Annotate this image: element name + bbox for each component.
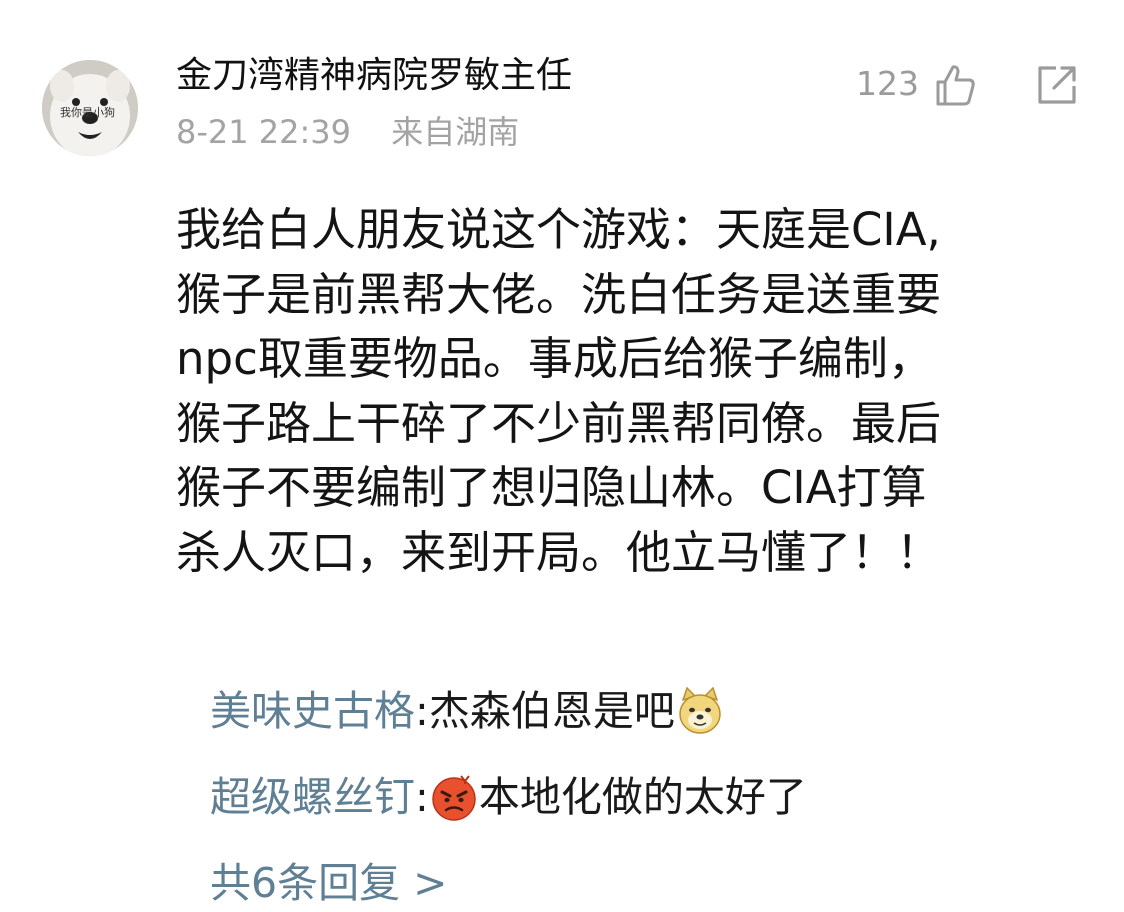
comment-body-line: 我给白人朋友说这个游戏：天庭是CIA, [176,203,941,256]
reply-item[interactable]: 超级螺丝钉 : 本地化做的太好了 [210,768,1070,826]
comment-body-line: 猴子不要编制了想归隐山林。CIA打算 [176,461,927,514]
doge-emoji-icon [675,686,725,736]
comment-body-line: 猴子路上干碎了不少前黑帮同僚。最后 [176,396,942,450]
reply-author[interactable]: 超级螺丝钉 [210,768,415,826]
angry-face-emoji-icon [429,772,479,822]
reply-author[interactable]: 美味史古格 [210,682,415,740]
reply-item[interactable]: 美味史古格 : 杰森伯恩是吧 [210,682,1070,740]
comment-body-line: 猴子是前黑帮大佬。洗白任务是送重要 [176,267,942,321]
comment-body: 我给白人朋友说这个游戏：天庭是CIA, 猴子是前黑帮大佬。洗白任务是送重要 np… [176,198,1066,585]
more-replies-link[interactable]: 共6条回复 > [210,854,1070,912]
reply-separator: : [415,687,429,735]
comment-author[interactable]: 金刀湾精神病院罗敏主任 [176,52,572,100]
comment-location: 来自湖南 [391,113,520,151]
user-avatar[interactable]: 我你是小狗 [42,60,138,156]
comment-body-line: 杀人灭口，来到开局。他立马懂了！！ [176,525,942,579]
reply-separator: : [415,773,429,821]
share-icon[interactable] [1034,62,1080,108]
like-count: 123 [856,64,919,103]
reply-text: 本地化做的太好了 [478,773,807,821]
reply-list: 美味史古格 : 杰森伯恩是吧 超级螺丝钉 : 本地化做的太好了 共6条回复 > [210,682,1070,912]
comment-meta: 8-21 22:39 来自湖南 [176,110,519,154]
comment-body-line: npc取重要物品。事成后给猴子编制， [176,332,933,385]
reply-text: 杰森伯恩是吧 [428,687,675,735]
comment-timestamp: 8-21 22:39 [176,113,352,151]
avatar-caption: 我你是小狗 [60,106,115,119]
thumbs-up-icon[interactable] [932,62,978,108]
